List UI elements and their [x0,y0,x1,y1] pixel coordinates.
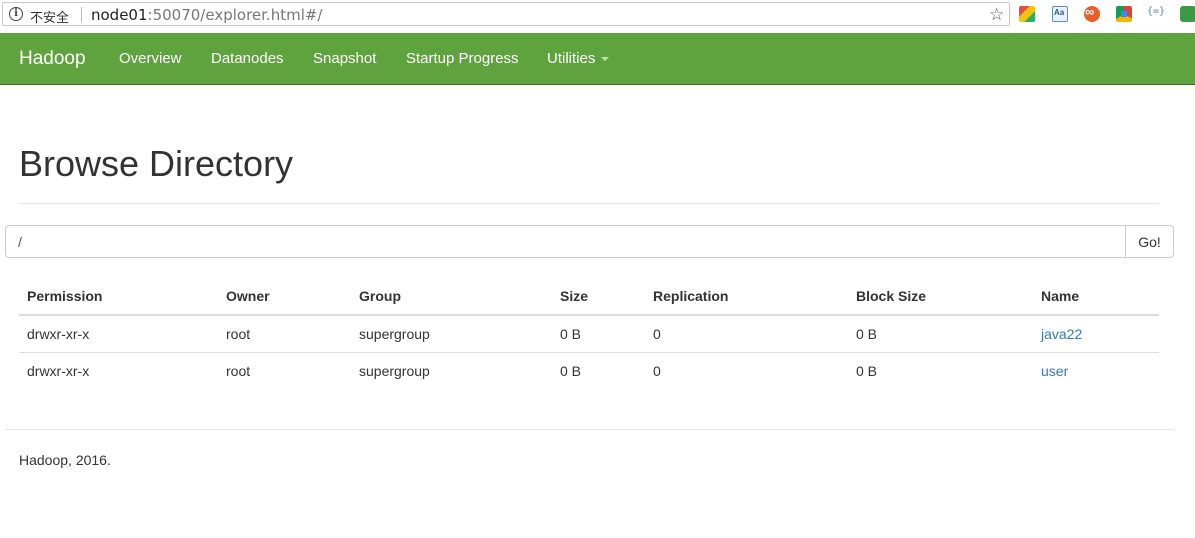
nav-snapshot[interactable]: Snapshot [313,50,376,67]
url-text[interactable]: node01:50070/explorer.html#/ [91,6,322,24]
nav-overview[interactable]: Overview [119,50,182,67]
go-button[interactable]: Go! [1125,225,1174,258]
browser-toolbar: i 不安全 node01:50070/explorer.html#/ ☆ {=} [0,0,1195,30]
extension-icon-1[interactable] [1019,6,1035,22]
json-extension-icon[interactable]: {=} [1147,6,1167,22]
cell-block-size: 0 B [856,362,878,379]
info-icon[interactable]: i [9,7,23,21]
nav-utilities-dropdown[interactable]: Utilities [547,50,610,67]
extension-icon-3[interactable] [1084,4,1100,22]
header-group[interactable]: Group [351,277,552,316]
security-label[interactable]: 不安全 [30,7,69,26]
nav-utilities-label: Utilities [547,50,596,67]
header-block-size[interactable]: Block Size [848,277,1033,316]
table-header-row: Permission Owner Group Size Replication … [19,277,1159,316]
footer-divider [5,429,1174,430]
header-replication[interactable]: Replication [645,277,848,316]
header-name[interactable]: Name [1033,277,1159,316]
bookmark-star-icon[interactable]: ☆ [989,5,1004,25]
cell-permission: drwxr-xr-x [27,362,90,379]
page-title: Browse Directory [19,143,294,184]
cell-size: 0 B [560,362,582,379]
nav-datanodes[interactable]: Datanodes [211,50,284,67]
url-host: node01 [91,6,148,24]
cell-owner: root [226,362,251,379]
header-divider [19,203,1159,204]
directory-path-input[interactable] [5,225,1126,258]
header-size[interactable]: Size [552,277,645,316]
cell-owner: root [218,315,351,353]
cell-group: supergroup [359,362,430,379]
extension-icon-4[interactable] [1116,6,1132,22]
cell-block-size: 0 B [848,315,1033,353]
url-path: :50070/explorer.html#/ [147,6,323,24]
footer-text: Hadoop, 2016. [19,452,111,468]
nav-startup-progress[interactable]: Startup Progress [406,50,519,67]
directory-table: Permission Owner Group Size Replication … [19,277,1159,389]
header-owner[interactable]: Owner [218,277,351,316]
cell-group: supergroup [351,315,552,353]
brand-link[interactable]: Hadoop [19,48,86,70]
top-navbar: Hadoop Overview Datanodes Snapshot Start… [0,33,1195,85]
cell-permission: drwxr-xr-x [19,315,218,353]
cell-name: user [1033,352,1159,389]
table-row: drwxr-xr-x root supergroup 0 B 0 0 B jav… [19,315,1159,353]
address-divider [81,7,82,22]
cell-name: java22 [1033,315,1159,353]
cell-replication: 0 [645,315,848,353]
directory-link-user[interactable]: user [1041,363,1068,379]
extension-icon-2[interactable] [1052,6,1068,22]
cell-replication: 0 [653,362,661,379]
directory-link-java22[interactable]: java22 [1041,326,1082,342]
extension-icon-6[interactable] [1180,6,1195,22]
header-permission[interactable]: Permission [19,277,218,316]
cell-size: 0 B [552,315,645,353]
table-row: drwxr-xr-x root supergroup 0 B 0 0 B use… [19,352,1159,389]
address-bar[interactable]: i 不安全 node01:50070/explorer.html#/ ☆ [2,2,1010,26]
caret-down-icon [601,57,610,62]
